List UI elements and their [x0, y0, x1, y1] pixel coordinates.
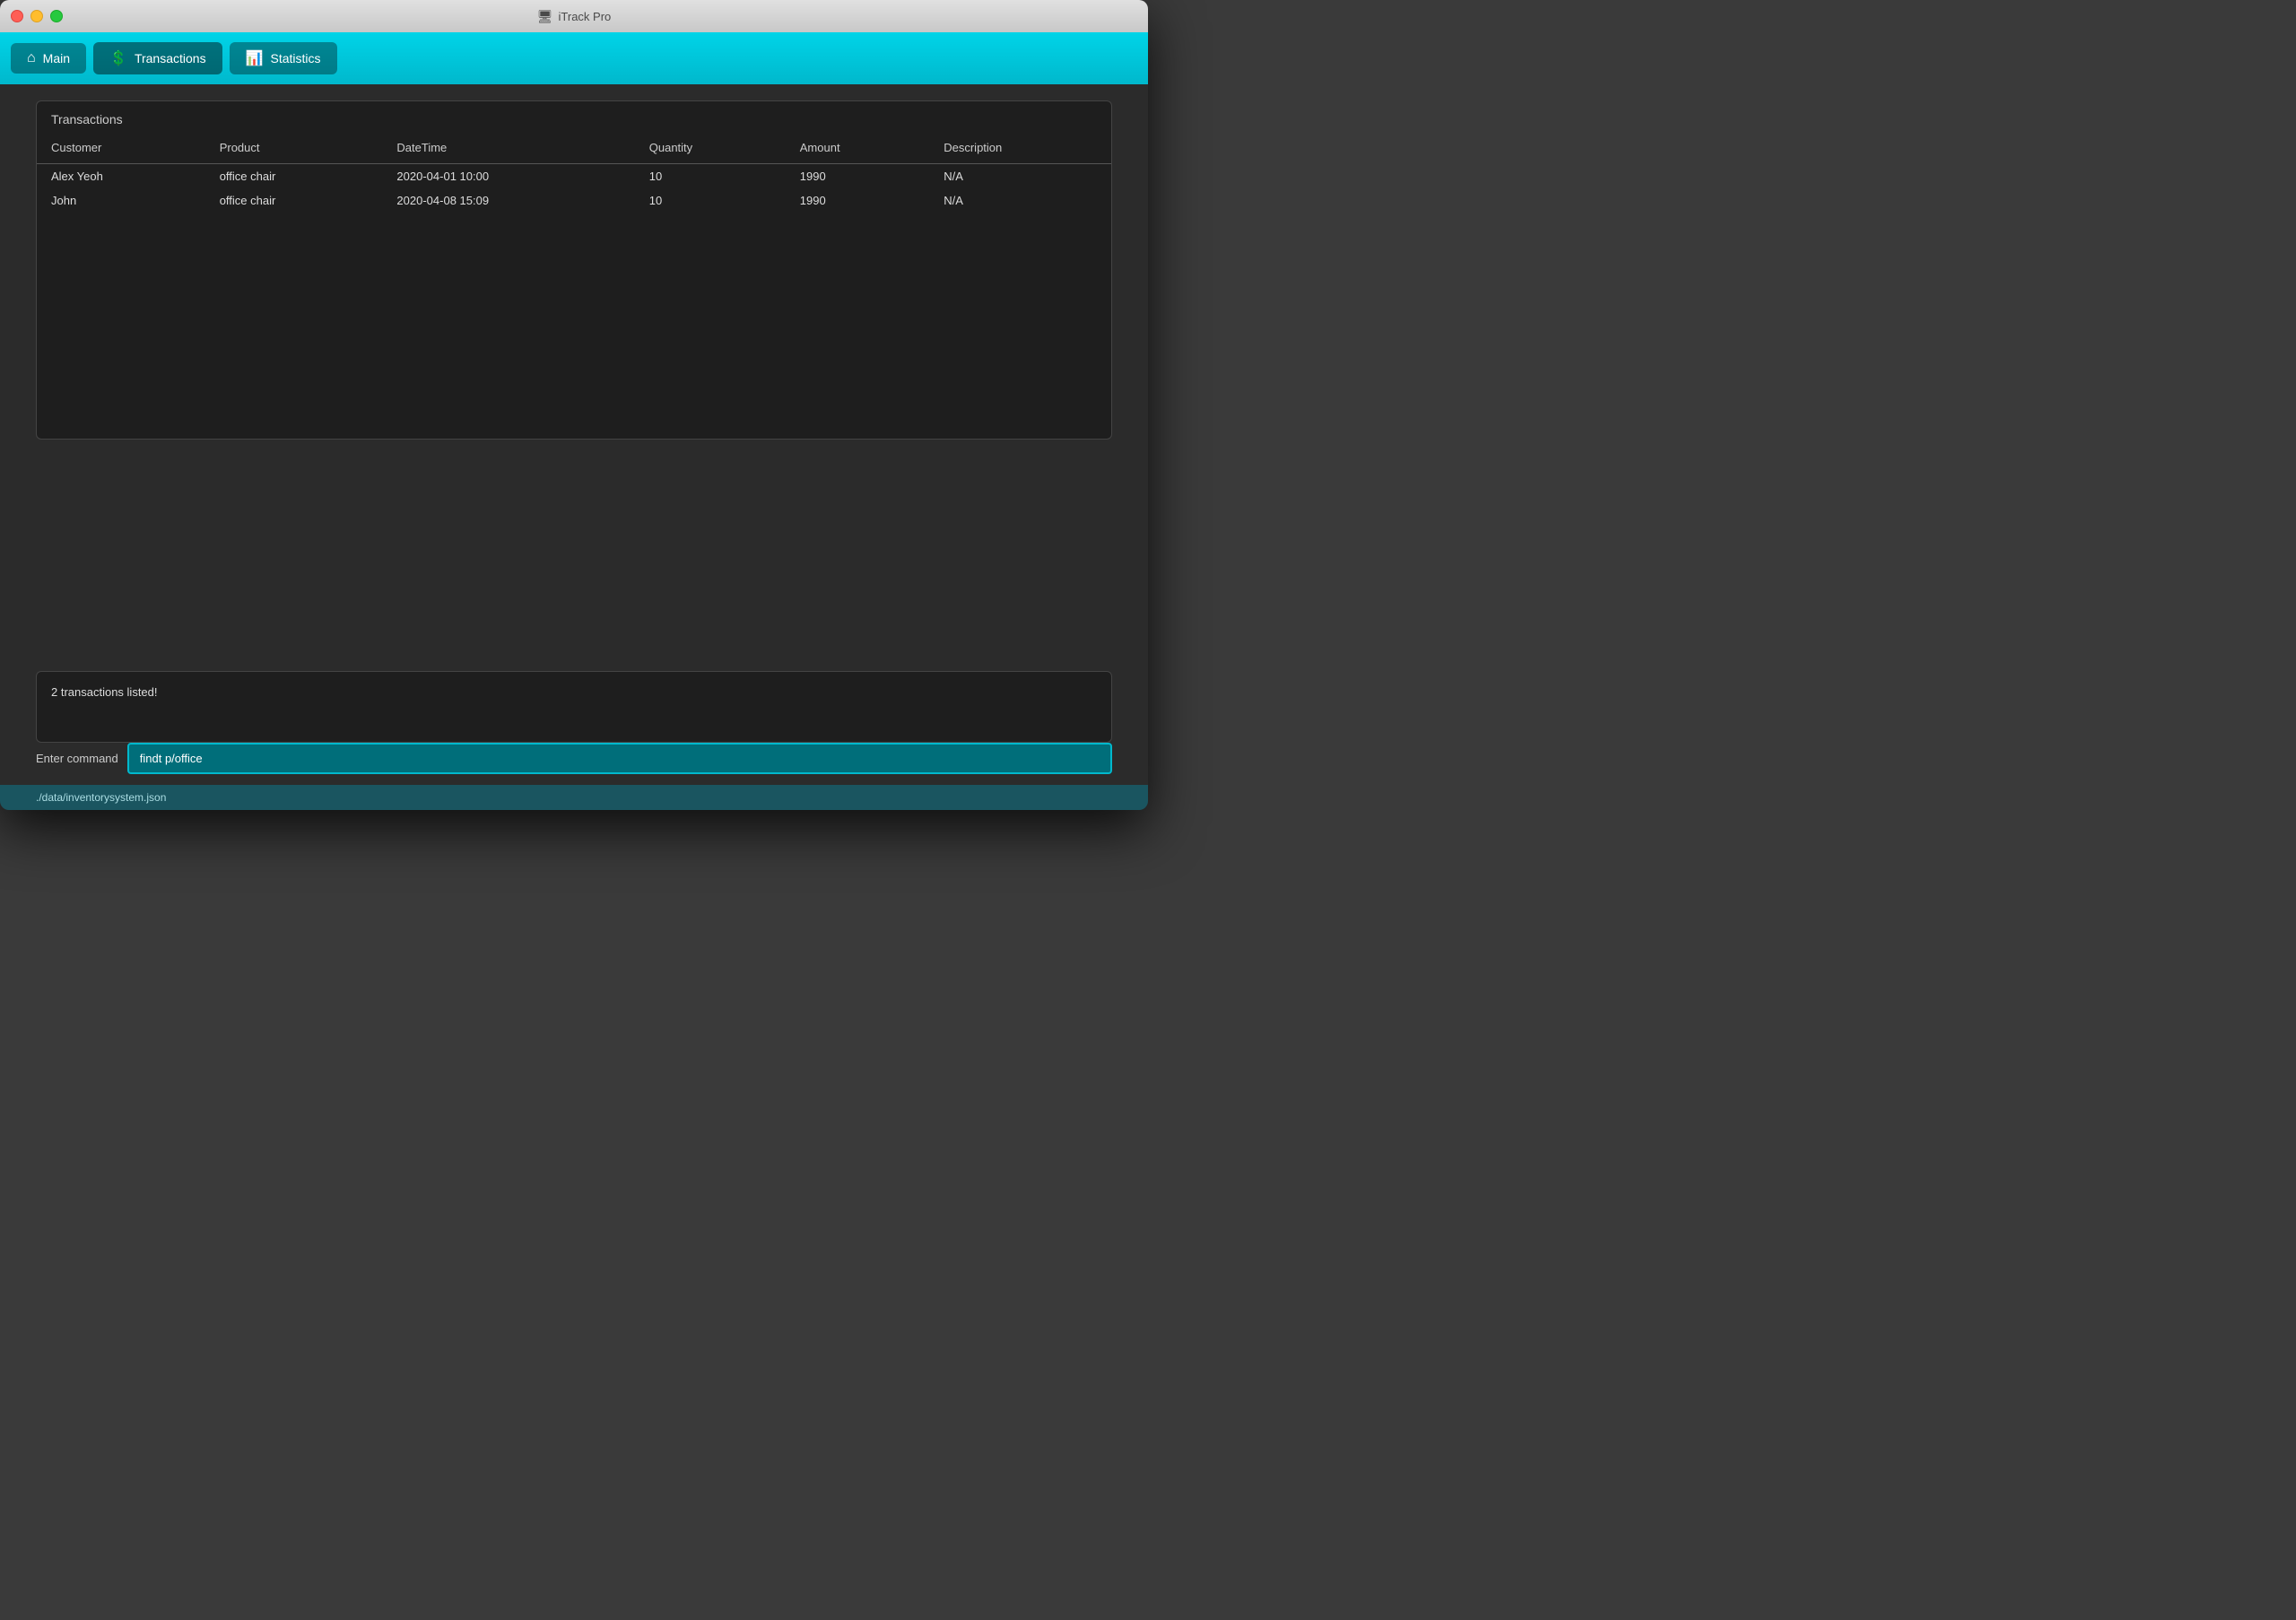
cell-description: N/A [929, 188, 1111, 213]
output-text: 2 transactions listed! [51, 685, 158, 699]
close-button[interactable] [11, 10, 23, 22]
app-window: 🖥 iTrack Pro ⌂ Main 💲 Transactions 📊 Sta… [0, 0, 1148, 810]
table-header-row: Customer Product DateTime Quantity Amoun… [37, 134, 1111, 164]
section-title: Transactions [37, 101, 1111, 134]
transactions-table: Customer Product DateTime Quantity Amoun… [37, 134, 1111, 213]
col-customer: Customer [37, 134, 205, 164]
col-product: Product [205, 134, 383, 164]
cell-amount: 1990 [786, 188, 929, 213]
transactions-section: Transactions Customer Product DateTime Q… [36, 100, 1112, 440]
cell-datetime: 2020-04-08 15:09 [382, 188, 634, 213]
col-amount: Amount [786, 134, 929, 164]
statistics-icon: 📊 [246, 49, 264, 67]
spacer [0, 440, 1148, 655]
cell-customer: John [37, 188, 205, 213]
table-row[interactable]: Alex Yeoh office chair 2020-04-01 10:00 … [37, 164, 1111, 189]
main-button-label: Main [43, 51, 70, 65]
status-text: ./data/inventorysystem.json [36, 791, 166, 804]
toolbar: ⌂ Main 💲 Transactions 📊 Statistics [0, 32, 1148, 84]
command-bar: Enter command [36, 743, 1112, 774]
transactions-button[interactable]: 💲 Transactions [93, 42, 222, 74]
col-quantity: Quantity [635, 134, 786, 164]
main-button[interactable]: ⌂ Main [11, 43, 86, 74]
cell-quantity: 10 [635, 188, 786, 213]
col-datetime: DateTime [382, 134, 634, 164]
cell-customer: Alex Yeoh [37, 164, 205, 189]
home-icon: ⌂ [27, 50, 36, 66]
cell-product: office chair [205, 188, 383, 213]
app-title: iTrack Pro [559, 10, 612, 23]
cell-quantity: 10 [635, 164, 786, 189]
cell-product: office chair [205, 164, 383, 189]
transactions-icon: 💲 [109, 49, 127, 67]
status-bar: ./data/inventorysystem.json [0, 785, 1148, 810]
cell-datetime: 2020-04-01 10:00 [382, 164, 634, 189]
title-bar: 🖥 iTrack Pro [0, 0, 1148, 32]
cell-amount: 1990 [786, 164, 929, 189]
transactions-button-label: Transactions [135, 51, 206, 65]
col-description: Description [929, 134, 1111, 164]
command-input[interactable] [127, 743, 1112, 774]
main-content: Transactions Customer Product DateTime Q… [0, 84, 1148, 785]
statistics-button[interactable]: 📊 Statistics [230, 42, 337, 74]
window-controls [11, 10, 63, 22]
output-area: 2 transactions listed! [36, 671, 1112, 743]
table-wrapper: Customer Product DateTime Quantity Amoun… [37, 134, 1111, 439]
minimize-button[interactable] [30, 10, 43, 22]
window-title: 🖥 iTrack Pro [537, 9, 612, 24]
app-icon: 🖥 [537, 9, 553, 24]
statistics-button-label: Statistics [271, 51, 321, 65]
command-label: Enter command [36, 752, 118, 765]
table-row[interactable]: John office chair 2020-04-08 15:09 10 19… [37, 188, 1111, 213]
maximize-button[interactable] [50, 10, 63, 22]
cell-description: N/A [929, 164, 1111, 189]
